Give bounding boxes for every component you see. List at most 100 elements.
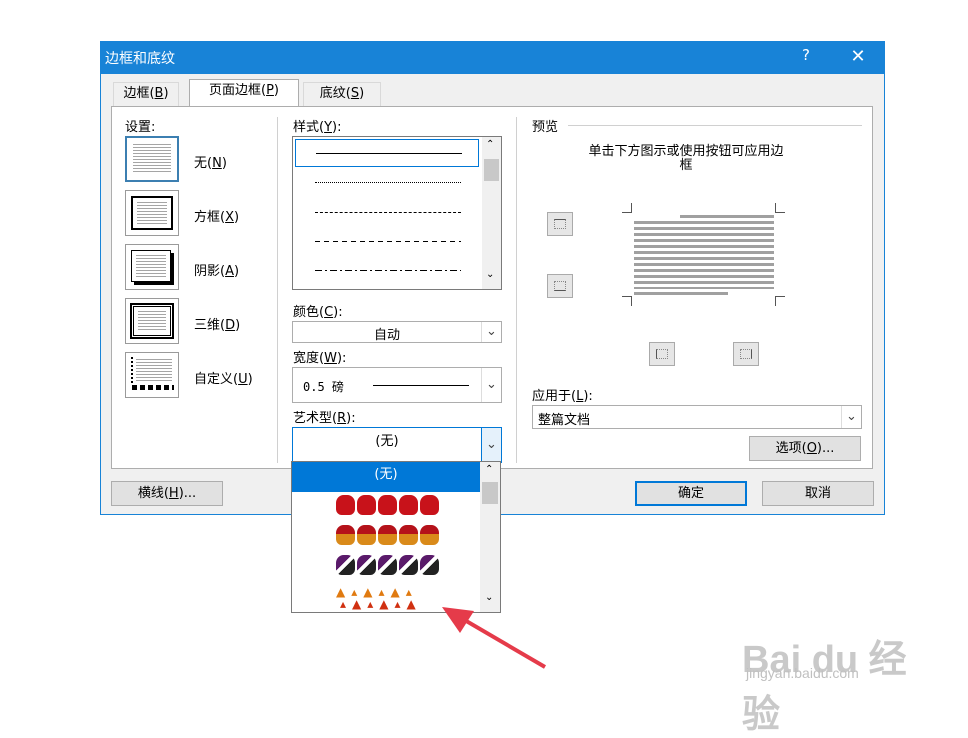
label-suffix: ): [346, 411, 356, 426]
art-row [336, 495, 439, 515]
apply-label: 应用于(L): [532, 385, 593, 404]
chevron-down-icon[interactable]: ⌄ [481, 428, 501, 462]
tab-label: 底纹( [319, 86, 351, 101]
apple-icon [336, 495, 355, 515]
tab-suffix: ) [273, 83, 279, 98]
style-listbox[interactable]: ⌃ ⌄ [292, 136, 502, 290]
label-text: 艺术型( [293, 411, 338, 426]
left-border-button[interactable] [649, 342, 675, 366]
button-label: 选项( [775, 441, 807, 456]
bottom-border-button[interactable] [547, 274, 573, 298]
cake-icon [399, 525, 418, 545]
tab-label: 边框( [123, 86, 155, 101]
label-text: 样式( [293, 120, 325, 135]
dotted-line-sample[interactable] [315, 182, 461, 183]
art-value: (无) [375, 434, 399, 449]
options-button[interactable]: 选项(O)... [749, 436, 861, 461]
accesskey: R [337, 411, 347, 426]
button-suffix: )... [816, 441, 835, 456]
preview-heading: 预览 [532, 120, 559, 135]
label-text: 宽度( [293, 351, 325, 366]
style-scrollbar[interactable]: ⌃ ⌄ [482, 137, 501, 289]
cake-icon [378, 525, 397, 545]
left-border-icon [656, 349, 668, 359]
dash-line-sample[interactable] [315, 241, 461, 242]
art-combo[interactable]: (无) ⌄ [292, 427, 502, 463]
candy-icon [336, 555, 355, 575]
art-option-none[interactable]: (无) [292, 462, 480, 492]
apply-value: 整篇文档 [538, 413, 591, 428]
ok-button[interactable]: 确定 [635, 481, 747, 506]
right-border-button[interactable] [733, 342, 759, 366]
column-divider [277, 117, 278, 463]
setting-shadow-button[interactable] [125, 244, 179, 290]
candy-corn-icon: ▴▲▴▲▴▲ [340, 597, 422, 611]
apple-icon [399, 495, 418, 515]
top-border-button[interactable] [547, 212, 573, 236]
width-value: 0.5 磅 [303, 380, 344, 394]
art-row [336, 525, 439, 545]
style-item-selected[interactable] [295, 139, 479, 167]
candy-icon [357, 555, 376, 575]
dash-dot-line-sample[interactable] [315, 270, 461, 271]
tab-page-border[interactable]: 页面边框(P) [189, 79, 299, 106]
close-icon[interactable]: ✕ [843, 44, 873, 72]
tab-accesskey: S [350, 86, 360, 101]
label-suffix: ): [336, 351, 347, 366]
width-combo[interactable]: 0.5 磅 ⌄ [292, 367, 502, 403]
scroll-thumb[interactable] [482, 482, 498, 504]
3d-frame [130, 303, 174, 339]
settings-heading: 设置: [125, 120, 156, 135]
arrowhead-icon [442, 607, 474, 633]
setting-custom-button[interactable] [125, 352, 179, 398]
art-option-candy[interactable] [336, 555, 439, 575]
preview-rule [568, 125, 862, 126]
column-divider [516, 117, 517, 463]
scroll-up-icon[interactable]: ⌃ [486, 139, 494, 150]
lines-graphic [137, 202, 167, 224]
button-suffix: )... [178, 486, 197, 501]
preview-hint-line2: 框 [679, 158, 693, 173]
accesskey: Y [324, 120, 333, 135]
chevron-down-icon[interactable]: ⌄ [841, 406, 861, 428]
label-text: 颜色( [293, 305, 325, 320]
setting-3d-button[interactable] [125, 298, 179, 344]
setting-none-button[interactable] [125, 136, 179, 182]
preview-text-line [680, 215, 774, 218]
label-text: 自定义( [194, 372, 239, 387]
wavy-left-border [131, 357, 134, 383]
tab-borders[interactable]: 边框(B) [113, 82, 179, 106]
help-button[interactable]: ? [791, 46, 821, 64]
cancel-button[interactable]: 取消 [762, 481, 874, 506]
horizontal-line-button[interactable]: 横线(H)... [111, 481, 223, 506]
title-bar[interactable]: 边框和底纹 ? ✕ [101, 42, 884, 74]
arrow-shaft [454, 613, 547, 669]
baidu-watermark: Bai du 经验 [742, 628, 922, 738]
scroll-up-icon[interactable]: ⌃ [485, 464, 493, 475]
lines-graphic [138, 311, 166, 331]
apply-to-combo[interactable]: 整篇文档 ⌄ [532, 405, 862, 429]
art-option-apples[interactable] [336, 495, 439, 515]
scroll-thumb[interactable] [484, 159, 499, 181]
candy-icon [420, 555, 439, 575]
small-dash-line-sample[interactable] [315, 212, 461, 213]
art-scrollbar[interactable]: ⌃ ⌄ [480, 462, 500, 612]
width-line-sample [373, 385, 469, 386]
color-label: 颜色(C): [293, 301, 343, 320]
art-option-candy-corn[interactable]: ▲▴▲▴▲▴ ▴▲▴▲▴▲ [336, 583, 436, 611]
chevron-down-icon[interactable]: ⌄ [481, 368, 501, 402]
candy-icon [399, 555, 418, 575]
art-option-cake[interactable] [336, 525, 439, 545]
setting-box-button[interactable] [125, 190, 179, 236]
art-dropdown-list[interactable]: (无) ▲▴▲▴▲▴ ▴▲▴▲▴▲ ⌃ ⌄ [291, 461, 501, 613]
chevron-down-icon[interactable]: ⌄ [481, 322, 501, 342]
tab-shading[interactable]: 底纹(S) [303, 82, 381, 106]
top-border-icon [554, 219, 566, 229]
borders-shading-dialog: 边框和底纹 ? ✕ 边框(B) 页面边框(P) 底纹(S) 设置: 无(N) 方… [100, 41, 885, 515]
color-combo[interactable]: 自动 ⌄ [292, 321, 502, 343]
label-suffix: ): [583, 389, 593, 404]
label-text: 阴影( [194, 264, 226, 279]
scroll-down-icon[interactable]: ⌄ [486, 269, 494, 280]
lines-graphic [133, 144, 171, 174]
solid-line-sample [316, 153, 462, 154]
